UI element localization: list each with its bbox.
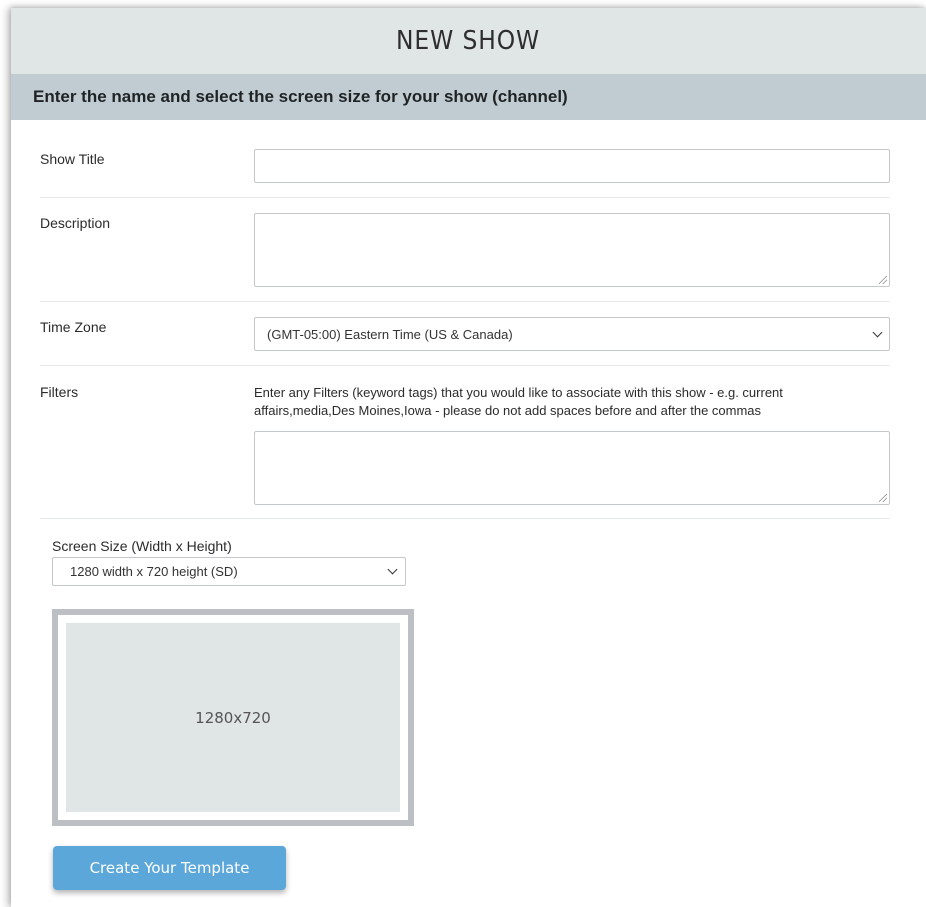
screen-size-label: Screen Size (Width x Height) xyxy=(52,538,232,554)
time-zone-row: Time Zone (GMT-05:00) Eastern Time (US &… xyxy=(40,302,890,366)
show-form: Show Title Description Time Zone (GMT-05… xyxy=(40,127,890,519)
description-row: Description xyxy=(40,198,890,302)
show-title-label: Show Title xyxy=(40,151,105,167)
filters-textarea[interactable] xyxy=(254,431,890,505)
page-title: NEW SHOW xyxy=(396,26,541,56)
chevron-down-icon xyxy=(872,327,883,337)
show-title-row: Show Title xyxy=(40,127,890,198)
subtitle-bar: Enter the name and select the screen siz… xyxy=(11,74,926,120)
resize-grip-icon[interactable] xyxy=(879,276,887,284)
description-textarea[interactable] xyxy=(254,213,890,287)
screen-preview-area: 1280x720 xyxy=(66,623,400,812)
filters-label: Filters xyxy=(40,384,79,400)
title-bar: NEW SHOW xyxy=(11,8,926,74)
chevron-down-icon xyxy=(387,564,398,575)
section-heading: Enter the name and select the screen siz… xyxy=(33,87,568,106)
description-label: Description xyxy=(40,215,111,231)
show-title-input[interactable] xyxy=(254,149,890,183)
time-zone-value: (GMT-05:00) Eastern Time (US & Canada) xyxy=(267,326,513,342)
filters-help-text: Enter any Filters (keyword tags) that yo… xyxy=(254,385,783,418)
screen-size-value: 1280 width x 720 height (SD) xyxy=(70,564,238,579)
screen-size-select[interactable]: 1280 width x 720 height (SD) xyxy=(52,557,406,586)
create-template-button[interactable]: Create Your Template xyxy=(53,846,286,890)
screen-preview: 1280x720 xyxy=(52,609,414,826)
time-zone-label: Time Zone xyxy=(40,319,107,335)
screen-preview-label: 1280x720 xyxy=(195,708,271,727)
filters-row: Filters Enter any Filters (keyword tags)… xyxy=(40,366,890,519)
resize-grip-icon[interactable] xyxy=(879,494,887,502)
time-zone-select[interactable]: (GMT-05:00) Eastern Time (US & Canada) xyxy=(254,317,890,351)
screen-preview-border: 1280x720 xyxy=(58,615,408,820)
